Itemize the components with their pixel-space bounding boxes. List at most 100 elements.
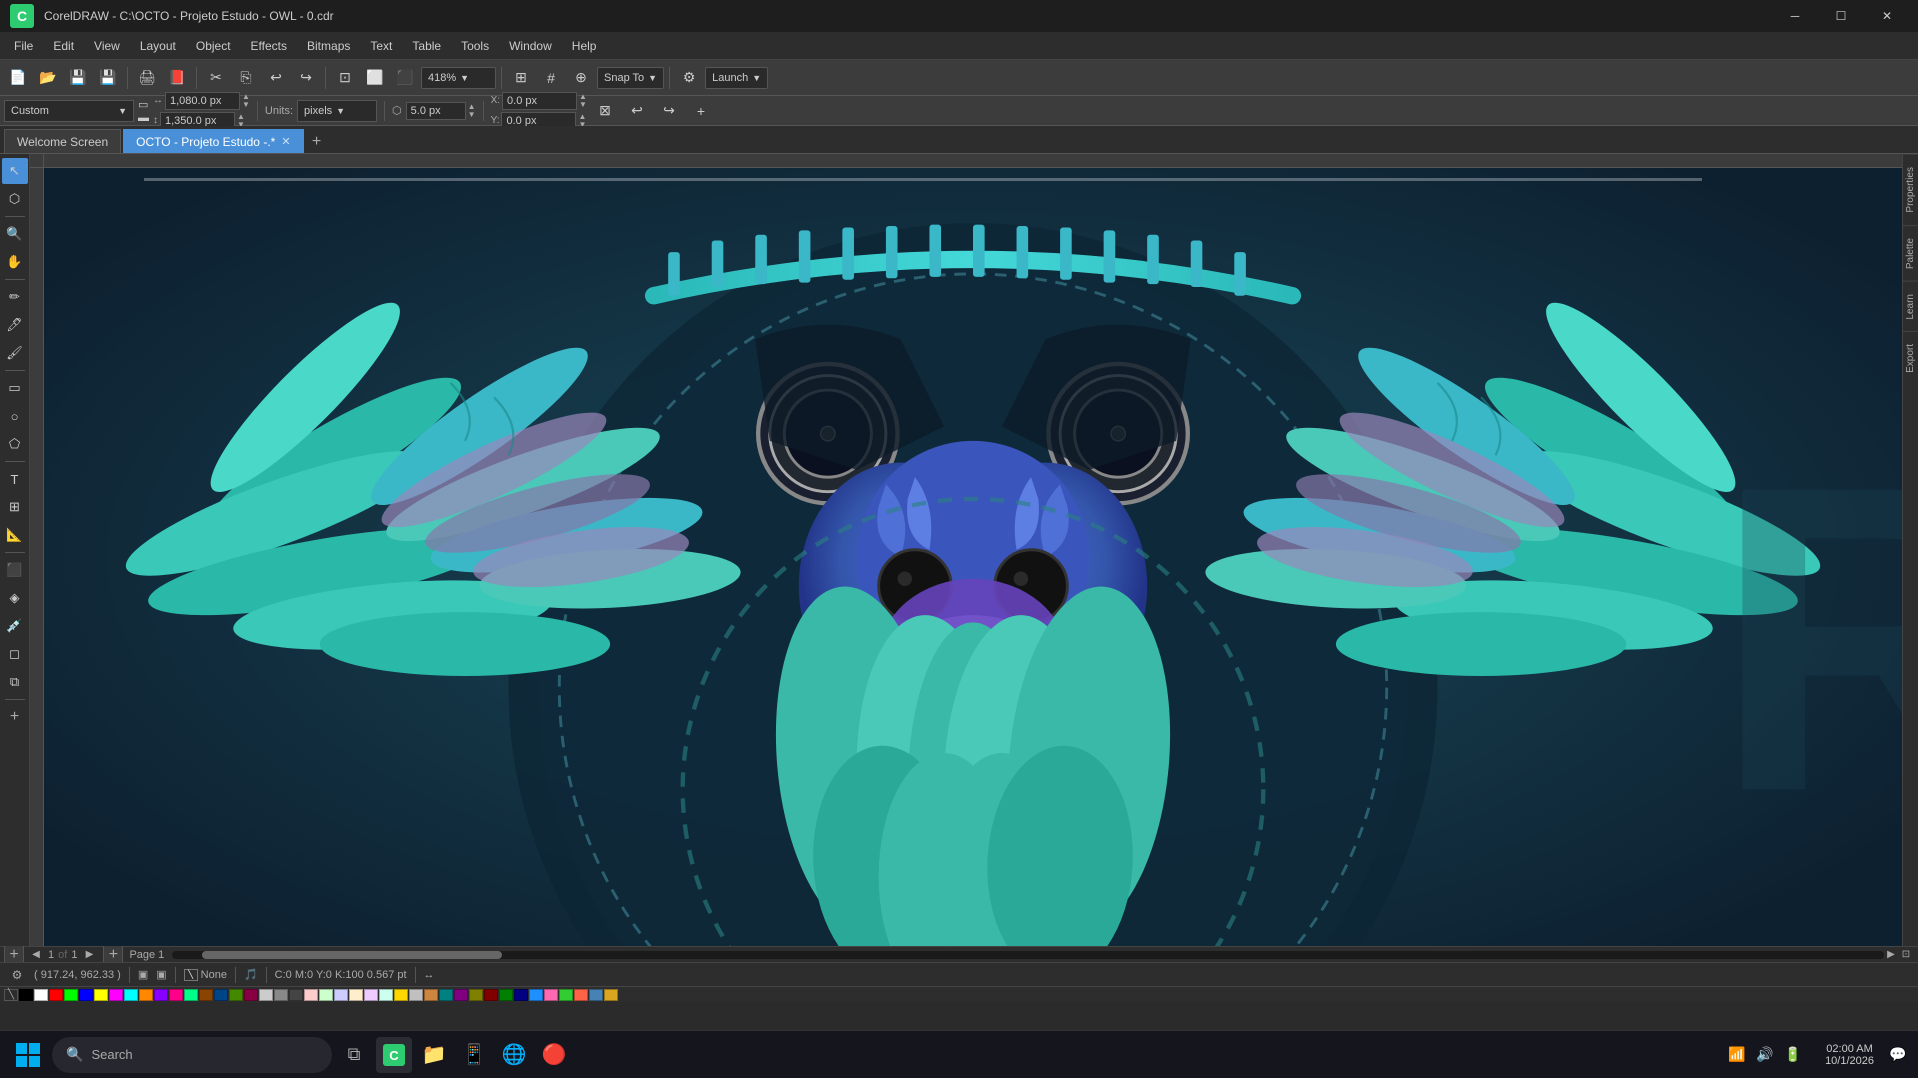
color-swatch-24[interactable] [379, 989, 393, 1001]
circle-tool[interactable]: ○ [2, 403, 28, 429]
new-button[interactable]: 📄 [4, 64, 32, 92]
search-bar[interactable]: 🔍 Search [52, 1037, 332, 1073]
color-swatch-25[interactable] [394, 989, 408, 1001]
preset-dropdown[interactable]: Custom ▼ [4, 100, 134, 122]
rpanel-palette[interactable]: Palette [1903, 225, 1918, 281]
width-arrows[interactable]: ▲ ▼ [242, 93, 250, 109]
tab-add-button[interactable]: + [306, 131, 328, 153]
measure-tool[interactable]: 📐 [2, 522, 28, 548]
nudge-arrows[interactable]: ▲ ▼ [468, 103, 476, 119]
cut-button[interactable]: ✂ [202, 64, 230, 92]
color-swatch-6[interactable] [109, 989, 123, 1001]
color-swatch-21[interactable] [334, 989, 348, 1001]
color-swatch-10[interactable] [169, 989, 183, 1001]
color-swatch-22[interactable] [349, 989, 363, 1001]
maximize-button[interactable]: ☐ [1818, 0, 1864, 32]
close-button[interactable]: ✕ [1864, 0, 1910, 32]
color-swatch-15[interactable] [244, 989, 258, 1001]
clock[interactable]: 02:00 AM 10/1/2026 [1817, 1043, 1882, 1067]
rectangle-tool[interactable]: ▭ [2, 375, 28, 401]
color-swatch-35[interactable] [544, 989, 558, 1001]
page-landscape-icon[interactable]: ▬ [138, 112, 149, 124]
paint-tool[interactable]: 🖌 [2, 340, 28, 366]
tab-close-icon[interactable]: ✕ [281, 135, 290, 148]
tab-welcome[interactable]: Welcome Screen [4, 129, 121, 153]
table-tool[interactable]: ⊞ [2, 494, 28, 520]
options-button[interactable]: ⚙ [675, 64, 703, 92]
menu-edit[interactable]: Edit [43, 35, 84, 57]
menu-bitmaps[interactable]: Bitmaps [297, 35, 360, 57]
fill-tool[interactable]: ⬛ [2, 557, 28, 583]
color-swatch-9[interactable] [154, 989, 168, 1001]
pan-tool[interactable]: ✋ [2, 249, 28, 275]
no-fill-swatch[interactable]: ╲ [4, 989, 18, 1001]
page-portrait-icon[interactable]: ▭ [138, 98, 149, 111]
color-swatch-28[interactable] [439, 989, 453, 1001]
x-input[interactable] [502, 92, 577, 110]
color-swatch-32[interactable] [499, 989, 513, 1001]
save-as-button[interactable]: 💾 [94, 64, 122, 92]
hscroll-track[interactable] [172, 951, 1884, 959]
redo-prop-button[interactable]: ↪ [655, 97, 683, 125]
menu-help[interactable]: Help [562, 35, 607, 57]
menu-table[interactable]: Table [402, 35, 451, 57]
color-swatch-4[interactable] [79, 989, 93, 1001]
zoom-dropdown[interactable]: 418% ▼ [421, 67, 496, 89]
pen-tool[interactable]: 🖊 [2, 312, 28, 338]
taskview-button[interactable]: ⧉ [336, 1037, 372, 1073]
snap-button[interactable]: ⊕ [567, 64, 595, 92]
battery-icon[interactable]: 🔋 [1781, 1043, 1805, 1067]
color-swatch-8[interactable] [139, 989, 153, 1001]
browser-taskbar-icon[interactable]: 🌐 [496, 1037, 532, 1073]
open-button[interactable]: 📂 [34, 64, 62, 92]
units-dropdown[interactable]: pixels ▼ [297, 100, 377, 122]
color-swatch-37[interactable] [574, 989, 588, 1001]
color-swatch-31[interactable] [484, 989, 498, 1001]
print-button[interactable]: 🖨 [133, 64, 161, 92]
color-swatch-5[interactable] [94, 989, 108, 1001]
menu-text[interactable]: Text [360, 35, 402, 57]
nudge-input[interactable]: ▲ ▼ [406, 102, 476, 120]
volume-icon[interactable]: 🔊 [1753, 1043, 1777, 1067]
color-swatch-34[interactable] [529, 989, 543, 1001]
rpanel-export[interactable]: Export [1903, 331, 1918, 385]
pdf-button[interactable]: 📕 [163, 64, 191, 92]
color-swatch-36[interactable] [559, 989, 573, 1001]
fit-page-button[interactable]: ⊡ [331, 64, 359, 92]
color-swatch-33[interactable] [514, 989, 528, 1001]
rpanel-learn[interactable]: Learn [1903, 281, 1918, 332]
color-swatch-7[interactable] [124, 989, 138, 1001]
page-nav-prev[interactable]: ◀ [28, 948, 44, 962]
color-swatch-11[interactable] [184, 989, 198, 1001]
launch-dropdown[interactable]: Launch ▼ [705, 67, 768, 89]
copy-button[interactable]: ⎘ [232, 64, 260, 92]
color-swatch-29[interactable] [454, 989, 468, 1001]
color-swatch-26[interactable] [409, 989, 423, 1001]
menu-tools[interactable]: Tools [451, 35, 499, 57]
color-swatch-39[interactable] [604, 989, 618, 1001]
fit-width-button[interactable]: ⬜ [361, 64, 389, 92]
add-tool[interactable]: + [2, 704, 28, 730]
menu-view[interactable]: View [84, 35, 130, 57]
save-button[interactable]: 💾 [64, 64, 92, 92]
color-swatch-13[interactable] [214, 989, 228, 1001]
x-arrows[interactable]: ▲ ▼ [579, 93, 587, 109]
color-swatch-20[interactable] [319, 989, 333, 1001]
transform-button[interactable]: ⊠ [591, 97, 619, 125]
redo-button[interactable]: ↪ [292, 64, 320, 92]
menu-layout[interactable]: Layout [130, 35, 186, 57]
color-swatch-27[interactable] [424, 989, 438, 1001]
canvas-area[interactable]: R [30, 154, 1902, 946]
undo-button[interactable]: ↩ [262, 64, 290, 92]
undo-prop-button[interactable]: ↩ [623, 97, 651, 125]
corel-taskbar-icon[interactable]: C [376, 1037, 412, 1073]
wifi-icon[interactable]: 📶 [1725, 1043, 1749, 1067]
zoom-tool[interactable]: 🔍 [2, 221, 28, 247]
tab-active-document[interactable]: OCTO - Projeto Estudo -.* ✕ [123, 129, 303, 153]
start-button[interactable] [8, 1035, 48, 1075]
freehand-tool[interactable]: ✏ [2, 284, 28, 310]
node-tool[interactable]: ⬡ [2, 186, 28, 212]
settings-icon[interactable]: ⚙ [8, 966, 26, 984]
color-swatch-16[interactable] [259, 989, 273, 1001]
dropper-tool[interactable]: 💉 [2, 613, 28, 639]
